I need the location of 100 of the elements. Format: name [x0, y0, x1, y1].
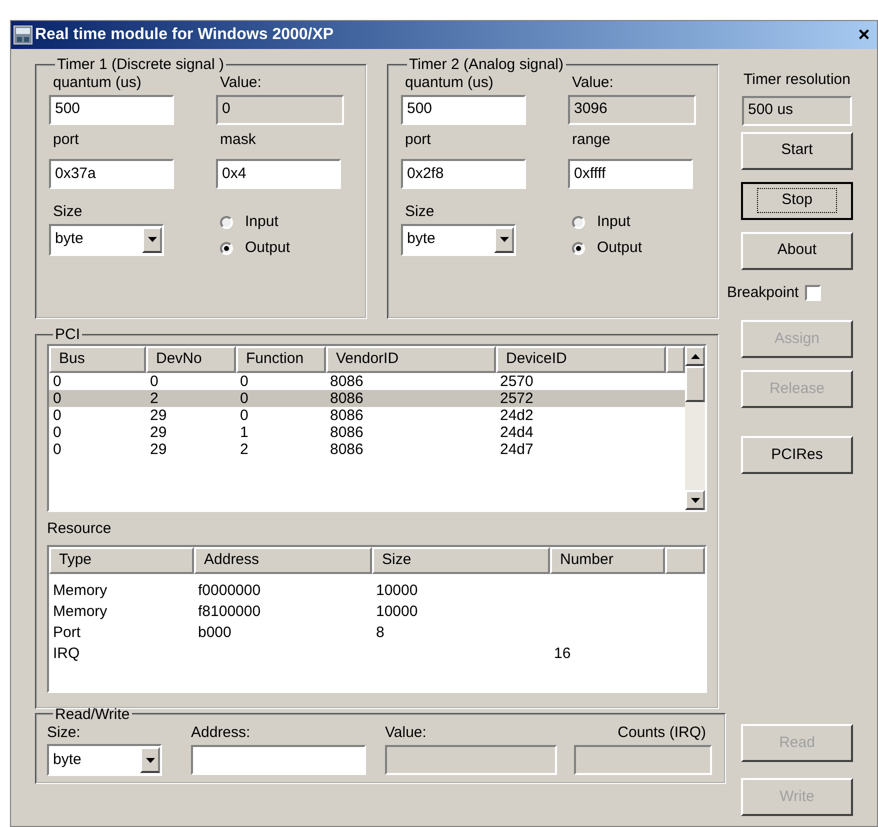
table-cell-text: IRQ	[52, 644, 81, 664]
table-cell-text: 0	[149, 373, 160, 390]
table-row[interactable]: 0 29 0 8086 24d2	[49, 407, 685, 424]
scroll-down-icon[interactable]	[685, 490, 705, 510]
column-header[interactable]: DevNo	[146, 346, 236, 373]
table-cell-text: 0	[239, 373, 250, 390]
column-header[interactable]: Type	[49, 546, 194, 574]
radio-label: Output	[597, 238, 642, 258]
breakpoint-checkbox[interactable]	[804, 284, 821, 301]
close-button[interactable]: ×	[853, 24, 875, 46]
quantum-field[interactable]: 500	[49, 94, 174, 124]
field-label: Size	[52, 202, 84, 222]
window-title: Real time module for Windows 2000/XP	[35, 25, 334, 45]
column-header[interactable]: Bus	[49, 346, 146, 373]
scroll-up-icon[interactable]	[685, 346, 705, 366]
table-cell-text: 29	[149, 407, 168, 424]
table-cell-text: 0	[239, 390, 250, 407]
table-cell-text: 8086	[329, 407, 364, 424]
field-label: quantum (us)	[404, 73, 494, 93]
table-cell-text: 8086	[329, 424, 364, 441]
table-cell-text: 8086	[329, 390, 364, 407]
table-cell-text: 16	[553, 644, 572, 664]
field-label: Value:	[571, 73, 614, 93]
table-cell-text: 10000	[375, 602, 419, 622]
table-cell-text: 8086	[329, 373, 364, 390]
radio-button[interactable]	[572, 242, 585, 254]
column-header[interactable]: Number	[550, 546, 665, 574]
port-field[interactable]: 0x2f8	[401, 159, 526, 189]
group-title: Timer 1 (Discrete signal )	[56, 57, 225, 72]
radio-button[interactable]	[220, 216, 233, 228]
size-dropdown[interactable]: byte	[47, 744, 162, 776]
field-label: Timer resolution	[744, 70, 850, 90]
column-header[interactable]: VendorID	[326, 346, 496, 373]
scrollbar[interactable]	[685, 346, 705, 510]
radio-button[interactable]	[572, 216, 585, 228]
table-cell-text: 0	[52, 441, 62, 458]
group-title: Timer 2 (Analog signal)	[408, 57, 565, 72]
table-cell-text: Memory	[52, 580, 108, 600]
push-button[interactable]: Stop	[741, 182, 853, 220]
table-cell-text: 24d7	[499, 441, 534, 458]
table-cell-text: 24d2	[499, 407, 534, 424]
table-cell-text: 8	[375, 622, 386, 642]
table-cell-text: 0	[52, 407, 62, 424]
field-label: quantum (us)	[52, 73, 142, 93]
checkbox-label: Breakpoint	[727, 282, 799, 302]
table-cell-text: Memory	[52, 602, 108, 622]
group-title: PCI	[54, 327, 82, 342]
table-cell-text: 1	[239, 424, 250, 441]
field-label: Value:	[219, 73, 262, 93]
push-button[interactable]: PCIRes	[741, 436, 853, 474]
table-cell-text: 2570	[499, 373, 534, 390]
table-cell-text: 2572	[499, 390, 534, 407]
group-title: Read/Write	[54, 706, 131, 722]
push-button[interactable]: About	[741, 232, 853, 270]
table-cell-text: 10000	[375, 580, 419, 600]
field-label: port	[52, 130, 80, 150]
table-cell-text: 0	[52, 424, 62, 441]
table-row[interactable]: 0 29 1 8086 24d4	[49, 424, 685, 441]
port-field[interactable]: 0x37a	[49, 159, 174, 189]
table-cell-text: 0	[52, 373, 62, 390]
table-cell-text: f0000000	[197, 580, 262, 600]
field-label: mask	[219, 130, 257, 150]
radio-label: Input	[597, 212, 630, 232]
field-label: Counts (IRQ)	[616, 722, 707, 742]
table-cell-text: 0	[239, 407, 250, 424]
app-icon	[13, 25, 33, 45]
radio-label: Input	[245, 212, 278, 232]
table-cell-text: b000	[197, 622, 232, 642]
radio-button[interactable]	[220, 242, 233, 254]
field-label: port	[404, 130, 432, 150]
table-row[interactable]: 0 2 0 8086 2572	[49, 390, 685, 407]
push-button[interactable]: Start	[741, 132, 853, 170]
table-cell-text: 2	[149, 390, 160, 407]
table-cell-text: 0	[52, 390, 62, 407]
field-label: Size:	[47, 722, 82, 742]
table-cell-text: f8100000	[197, 602, 262, 622]
resolution-field: 500 us	[742, 96, 852, 126]
quantum-field[interactable]: 500	[401, 94, 526, 124]
input-field[interactable]: 0x4	[216, 159, 341, 189]
table-cell-text: 29	[149, 441, 168, 458]
value-field: 3096	[568, 94, 696, 124]
field-label: Value:	[385, 722, 428, 742]
field-label: Size	[404, 202, 436, 222]
table-cell-text: 2	[239, 441, 250, 458]
table-cell-text: Port	[52, 622, 82, 642]
radio-label: Output	[245, 238, 290, 258]
section-title: Resource	[47, 519, 112, 539]
size-dropdown[interactable]: byte	[401, 224, 516, 256]
address-field[interactable]	[191, 745, 366, 775]
table-cell-text: 24d4	[499, 424, 534, 441]
column-header[interactable]: DeviceID	[496, 346, 666, 373]
input-field[interactable]: 0xffff	[568, 159, 693, 189]
table-cell-text: 29	[149, 424, 168, 441]
table-row[interactable]: 0 29 2 8086 24d7	[49, 441, 685, 458]
column-header[interactable]: Size	[372, 546, 550, 574]
table-row[interactable]: 0 0 0 8086 2570	[49, 373, 685, 390]
column-header[interactable]: Address	[194, 546, 372, 574]
scroll-thumb[interactable]	[685, 366, 705, 402]
column-header[interactable]: Function	[236, 346, 326, 373]
size-dropdown[interactable]: byte	[49, 224, 164, 256]
